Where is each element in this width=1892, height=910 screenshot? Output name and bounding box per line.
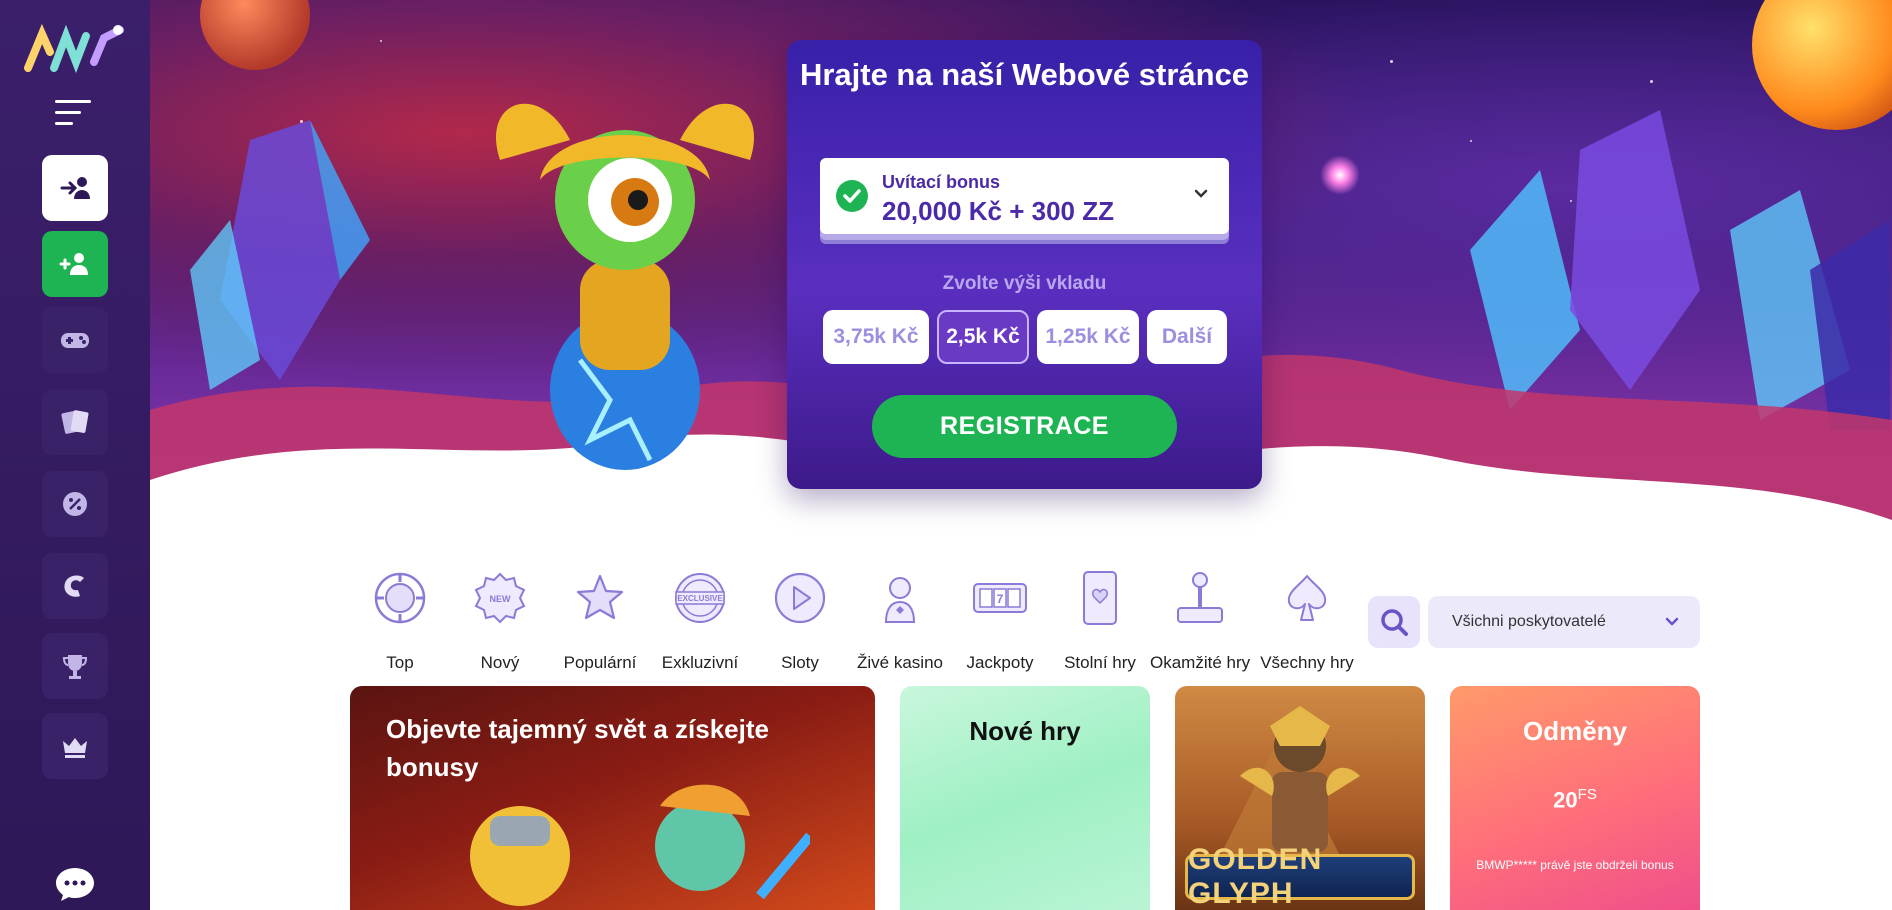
- brand-logo[interactable]: [24, 22, 124, 74]
- category-label: Jackpoty: [966, 653, 1034, 672]
- featured-game-tile[interactable]: GOLDEN GLYPH: [1175, 686, 1425, 910]
- sidebar: [0, 0, 150, 910]
- glow-decoration: [1320, 155, 1360, 195]
- category-label: Nový: [480, 653, 520, 672]
- category-label: Všechny hry: [1260, 653, 1354, 672]
- svg-text:EXCLUSIVE: EXCLUSIVE: [677, 594, 723, 603]
- provider-select-value: Všichni poskytovatelé: [1452, 613, 1606, 630]
- top-chip-icon: [374, 572, 426, 624]
- svg-text:NEW: NEW: [490, 594, 512, 604]
- category-jackpots[interactable]: 7 Jackpoty: [950, 570, 1050, 673]
- register-button[interactable]: [42, 231, 108, 297]
- register-users-icon: [59, 253, 88, 275]
- provider-select[interactable]: Všichni poskytovatelé: [1428, 596, 1700, 648]
- exclusive-badge-icon: EXCLUSIVE: [675, 573, 725, 623]
- category-live-casino[interactable]: Živé kasino: [850, 570, 950, 673]
- sidebar-item-tournaments[interactable]: [42, 633, 108, 699]
- category-label: Okamžité hry: [1150, 653, 1251, 672]
- sidebar-item-vip[interactable]: [42, 713, 108, 779]
- playing-card-icon: [1083, 571, 1117, 625]
- hero-mascot-image: [496, 103, 754, 470]
- category-exclusive[interactable]: EXCLUSIVE Exkluzivní: [650, 570, 750, 673]
- login-button[interactable]: [42, 155, 108, 221]
- menu-icon[interactable]: [55, 100, 95, 128]
- bonus-value: 20,000 Kč + 300 ZZ: [882, 196, 1114, 226]
- crown-icon: [63, 738, 87, 758]
- rewards-title: Odměny: [1522, 716, 1628, 746]
- category-label: Stolní hry: [1064, 653, 1136, 672]
- planet-decoration: [200, 0, 310, 70]
- welcome-bonus-card: Hrajte na naší Webové stránce Uvítací bo…: [787, 40, 1262, 489]
- bonus-card-title: Hrajte na naší Webové stránce: [799, 57, 1250, 92]
- sidebar-item-games[interactable]: [42, 307, 108, 373]
- category-all-games[interactable]: Všechny hry: [1257, 570, 1357, 673]
- rewards-note: BMWP***** právě jste obdrželi bonus: [1476, 858, 1674, 872]
- cards-icon: [61, 410, 89, 434]
- amount-option[interactable]: 1,25k Kč: [1037, 310, 1139, 364]
- rewards-tile[interactable]: Odměny 20FS BMWP***** právě jste obdržel…: [1450, 686, 1700, 910]
- login-icon: [60, 177, 90, 199]
- hero-banner: Hrajte na naší Webové stránce Uvítací bo…: [150, 0, 1892, 530]
- category-label: Exkluzivní: [661, 653, 739, 672]
- amount-option-selected[interactable]: 2,5k Kč: [937, 310, 1029, 364]
- amount-option[interactable]: 3,75k Kč: [823, 310, 929, 364]
- bonus-select[interactable]: Uvítací bonus 20,000 Kč + 300 ZZ: [820, 158, 1229, 234]
- category-slots[interactable]: Sloty: [750, 570, 850, 673]
- sidebar-item-promotions[interactable]: [42, 471, 108, 537]
- category-label: Populární: [563, 653, 637, 672]
- search-button[interactable]: [1368, 596, 1420, 648]
- check-icon: [836, 180, 868, 212]
- deposit-label: Zvolte výši vkladu: [942, 273, 1107, 294]
- joystick-icon: [1177, 572, 1223, 623]
- sidebar-item-c[interactable]: [42, 553, 108, 619]
- category-table-games[interactable]: Stolní hry: [1050, 570, 1150, 673]
- featured-game-image: [1220, 706, 1360, 856]
- search-icon: [1381, 609, 1408, 636]
- promo-characters-image: [470, 784, 810, 906]
- chevron-down-icon: [1665, 617, 1679, 626]
- category-label: Sloty: [781, 653, 819, 672]
- dealer-icon: [884, 577, 916, 623]
- game-logo: GOLDEN GLYPH: [1185, 843, 1415, 910]
- percent-badge-icon: [63, 492, 87, 516]
- category-label: Top: [386, 653, 414, 672]
- category-instant-games[interactable]: Okamžité hry: [1150, 570, 1250, 673]
- play-icon: [774, 572, 826, 624]
- svg-text:7: 7: [997, 592, 1004, 606]
- rewards-amount: 20FS: [1553, 786, 1597, 813]
- new-games-tile[interactable]: Nové hry: [900, 686, 1150, 910]
- trophy-icon: [62, 655, 88, 679]
- new-games-title: Nové hry: [969, 716, 1081, 746]
- promo-tile-title: Objevte tajemný svět a získejte bonusy: [386, 714, 769, 782]
- category-label: Živé kasino: [857, 653, 943, 672]
- register-cta-button[interactable]: REGISTRACE: [872, 395, 1177, 458]
- new-badge-icon: NEW: [474, 572, 526, 624]
- chevron-down-icon: [1194, 189, 1208, 198]
- sidebar-item-cards[interactable]: [42, 389, 108, 455]
- chat-icon[interactable]: [54, 866, 96, 902]
- promo-tile[interactable]: Objevte tajemný svět a získejte bonusy: [350, 686, 875, 910]
- slot-777-icon: 7: [973, 583, 1027, 613]
- bonus-label: Uvítací bonus: [882, 172, 1001, 192]
- gamepad-icon: [61, 333, 89, 348]
- c-logo-icon: [64, 575, 84, 597]
- star-icon: [576, 574, 624, 620]
- category-new[interactable]: NEW Nový: [450, 570, 550, 673]
- category-top[interactable]: Top: [350, 570, 450, 673]
- rewards-unit: FS: [1577, 786, 1597, 803]
- spade-icon: [1287, 575, 1327, 621]
- category-popular[interactable]: Populární: [550, 570, 650, 673]
- amount-more-option[interactable]: Další: [1147, 310, 1227, 364]
